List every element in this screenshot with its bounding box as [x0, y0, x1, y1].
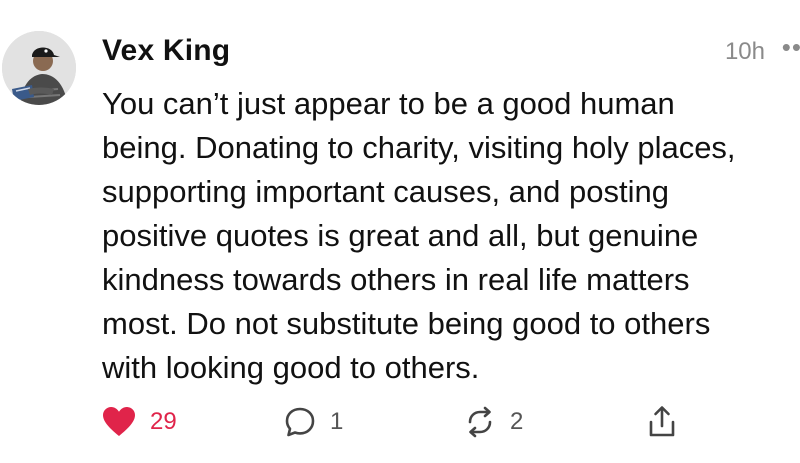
- like-button[interactable]: 29: [102, 400, 177, 444]
- reply-button[interactable]: 1: [284, 400, 343, 444]
- post-timestamp: 10h: [724, 38, 765, 65]
- avatar-photo: [2, 31, 76, 105]
- post-text-line: You can’t just appear to be a good human: [102, 86, 675, 121]
- repost-button[interactable]: 2: [464, 400, 523, 444]
- speech-bubble-icon: [285, 407, 315, 437]
- thread-post: Vex King 10h •• You can’t just appear to…: [0, 0, 800, 463]
- more-options-button[interactable]: ••: [782, 34, 800, 60]
- share-button[interactable]: [646, 400, 678, 444]
- share-upload-icon: [649, 406, 675, 437]
- post-text-line: positive quotes is great and all, but ge…: [102, 218, 699, 253]
- post-actions: 29 1 2: [102, 400, 782, 444]
- post-header: Vex King 10h ••: [102, 30, 800, 74]
- repost-count: 2: [510, 408, 524, 435]
- author-name[interactable]: Vex King: [102, 34, 230, 68]
- heart-icon: [103, 407, 135, 436]
- avatar[interactable]: [2, 31, 76, 105]
- post-text: You can’t just appear to be a good human…: [102, 82, 800, 390]
- reply-count: 1: [330, 408, 344, 435]
- post-text-line: being. Donating to charity, visiting hol…: [102, 130, 736, 165]
- post-text-line: supporting important causes, and posting: [102, 174, 669, 209]
- post-text-line: kindness towards others in real life mat…: [102, 262, 690, 297]
- repost-arrows-icon: [468, 406, 492, 438]
- post-text-line: with looking good to others.: [102, 350, 480, 385]
- like-count: 29: [150, 408, 177, 435]
- post-text-line: most. Do not substitute being good to ot…: [102, 306, 711, 341]
